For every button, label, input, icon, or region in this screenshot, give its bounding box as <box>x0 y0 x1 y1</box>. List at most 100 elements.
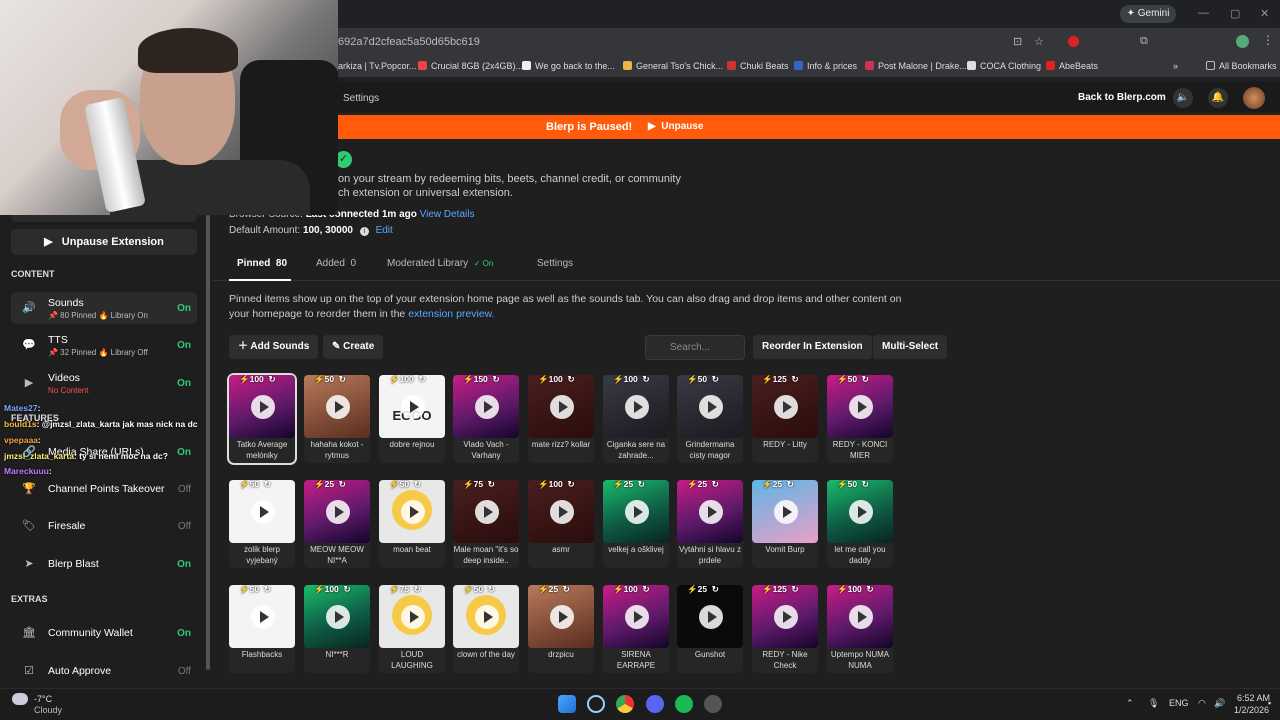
create-button[interactable]: ✎ Create <box>323 335 384 359</box>
discord-icon[interactable] <box>646 695 664 713</box>
unpause-button[interactable]: ▶ Unpause <box>648 121 703 132</box>
chrome-icon[interactable] <box>616 695 634 713</box>
play-icon[interactable] <box>849 395 873 419</box>
play-icon[interactable] <box>774 395 798 419</box>
bookmark-item[interactable]: Post Malone | Drake... <box>865 61 967 71</box>
play-icon[interactable] <box>326 605 350 629</box>
weather-temp[interactable]: -7°C <box>34 694 52 704</box>
play-icon[interactable] <box>849 605 873 629</box>
bookmark-item[interactable]: Chuki Beats <box>727 61 789 71</box>
clock-date[interactable]: 1/2/2026 <box>1234 705 1269 715</box>
play-icon[interactable] <box>625 605 649 629</box>
extension-icon[interactable] <box>1068 36 1079 47</box>
play-icon[interactable] <box>475 605 499 629</box>
spotify-icon[interactable] <box>675 695 693 713</box>
sound-card[interactable]: ⚡50 ↻ zolik blerp vyjebaný <box>229 480 295 568</box>
sidebar-item-state[interactable]: On <box>177 447 191 458</box>
all-bookmarks[interactable]: All Bookmarks <box>1206 61 1277 71</box>
mic-icon[interactable]: 🎙 <box>1148 698 1159 709</box>
tab-pinned[interactable]: Pinned 80 <box>237 258 287 269</box>
bookmark-item[interactable]: arkiza | Tv.Popcor... <box>338 61 417 71</box>
sidebar-item-auto-approve[interactable]: ☑ Auto Approve Off <box>11 655 197 687</box>
play-icon[interactable] <box>774 500 798 524</box>
bookmark-item[interactable]: COCA Clothing <box>967 61 1041 71</box>
sidebar-item-sounds[interactable]: 🔊 Sounds 📌 80 Pinned 🔥 Library On On <box>11 292 197 324</box>
menu-dots-icon[interactable]: ⋮ <box>1262 33 1274 47</box>
sidebar-item-tts[interactable]: 💬 TTS 📌 32 Pinned 🔥 Library Off On <box>11 329 197 361</box>
play-icon[interactable] <box>401 395 425 419</box>
install-icon[interactable]: ⊡ <box>1013 35 1022 48</box>
sidebar-item-state[interactable]: On <box>177 340 191 351</box>
user-avatar[interactable] <box>1243 87 1265 109</box>
sound-card[interactable]: ⚡25 ↻ Vytáhni si hlavu z prdele <box>677 480 743 568</box>
sound-card[interactable]: ⚡100 ↻ Uptempo NUMA NUMA <box>827 585 893 673</box>
sound-card[interactable]: ⚡100 ↻ Tatko Average melóniky <box>229 375 295 463</box>
sound-card[interactable]: ⚡25 ↻ Gunshot <box>677 585 743 673</box>
play-icon[interactable] <box>699 500 723 524</box>
play-icon[interactable] <box>699 395 723 419</box>
restore-icon[interactable]: ▢ <box>1230 7 1240 20</box>
bookmark-item[interactable]: Crucial 8GB (2x4GB)... <box>418 61 523 71</box>
sound-card[interactable]: ⚡50 ↻ REDY - KONCI MIER <box>827 375 893 463</box>
settings-link[interactable]: Settings <box>343 93 379 104</box>
chevron-up-icon[interactable]: ⌃ <box>1126 698 1134 709</box>
sidebar-item-videos[interactable]: ▶ Videos No Content On <box>11 367 197 399</box>
speaker-icon[interactable]: 🔊 <box>1214 698 1225 709</box>
play-icon[interactable] <box>849 500 873 524</box>
notification-icon[interactable]: ▪ <box>1268 698 1271 708</box>
play-icon[interactable] <box>550 395 574 419</box>
sidebar-item-firesale[interactable]: 🏷 Firesale Off <box>11 510 197 542</box>
sound-card[interactable]: ⚡100 ↻ SIRENA EARRAPE <box>603 585 669 673</box>
unpause-extension-button[interactable]: ▶ Unpause Extension <box>11 229 197 255</box>
sound-card[interactable]: ⚡125 ↻ REDY - Nike Check <box>752 585 818 673</box>
play-icon[interactable] <box>251 500 275 524</box>
play-icon[interactable] <box>326 395 350 419</box>
search-input[interactable]: Search... <box>645 335 745 360</box>
extensions-puzzle-icon[interactable]: ⧉ <box>1140 35 1148 48</box>
bookmark-star-icon[interactable]: ☆ <box>1034 35 1044 48</box>
sound-card[interactable]: ⚡25 ↻ velkej a ošklivej <box>603 480 669 568</box>
sound-card[interactable]: ⚡75 ↻ Male moan "it's so deep inside.. <box>453 480 519 568</box>
close-icon[interactable]: ✕ <box>1260 7 1269 20</box>
tab-added[interactable]: Added 0 <box>316 258 356 269</box>
play-icon[interactable] <box>251 605 275 629</box>
play-icon[interactable] <box>699 605 723 629</box>
play-icon[interactable] <box>401 605 425 629</box>
volume-icon[interactable]: 🔈 <box>1173 88 1193 108</box>
sound-card[interactable]: ⚡25 ↻ MEOW MEOW NI**A <box>304 480 370 568</box>
extension-preview-link[interactable]: extension preview. <box>408 308 494 320</box>
sound-card[interactable]: ⚡50 ↻ moan beat <box>379 480 445 568</box>
sound-card[interactable]: ⚡50 ↻ Flashbacks <box>229 585 295 673</box>
sound-card[interactable]: ⚡100 ↻ NI***R <box>304 585 370 673</box>
profile-avatar[interactable] <box>1236 35 1249 48</box>
sound-card[interactable]: ⚡50 ↻ clown of the day <box>453 585 519 673</box>
sidebar-item-state[interactable]: Off <box>178 521 191 532</box>
multi-select-button[interactable]: Multi-Select <box>873 335 948 359</box>
weather-condition[interactable]: Cloudy <box>34 705 62 715</box>
sidebar-item-blerp-blast[interactable]: ➤ Blerp Blast On <box>11 548 197 580</box>
sound-card[interactable]: ⚡125 ↻ REDY - Litty <box>752 375 818 463</box>
sound-card[interactable]: ⚡75 ↻ LOUD LAUGHING <box>379 585 445 673</box>
sidebar-item-state[interactable]: Off <box>178 484 191 495</box>
sound-card[interactable]: EGGO⚡100 ↻ dobre rejnou <box>379 375 445 463</box>
play-icon[interactable] <box>625 500 649 524</box>
add-sounds-button[interactable]: ＋ Add Sounds <box>229 335 319 359</box>
minimize-icon[interactable]: — <box>1198 7 1209 19</box>
bookmark-item[interactable]: We go back to the... <box>522 61 615 71</box>
play-icon[interactable] <box>774 605 798 629</box>
clock-time[interactable]: 6:52 AM <box>1237 693 1270 703</box>
play-icon[interactable] <box>326 500 350 524</box>
play-icon[interactable] <box>251 395 275 419</box>
sound-card[interactable]: ⚡100 ↻ Ciganka sere na zahrade... <box>603 375 669 463</box>
search-taskbar-icon[interactable] <box>587 695 605 713</box>
play-icon[interactable] <box>550 605 574 629</box>
address-bar[interactable]: 692a7d2cfeac5a50d65bc619 <box>338 36 480 48</box>
play-icon[interactable] <box>625 395 649 419</box>
play-icon[interactable] <box>401 500 425 524</box>
chevron-right-icon[interactable]: » <box>1173 61 1178 71</box>
bookmark-item[interactable]: AbeBeats <box>1046 61 1098 71</box>
tab-moderated-library[interactable]: Moderated Library ✓ On <box>387 258 493 269</box>
bookmark-item[interactable]: General Tso's Chick... <box>623 61 723 71</box>
edit-link[interactable]: Edit <box>376 225 393 236</box>
sidebar-item-state[interactable]: On <box>177 378 191 389</box>
